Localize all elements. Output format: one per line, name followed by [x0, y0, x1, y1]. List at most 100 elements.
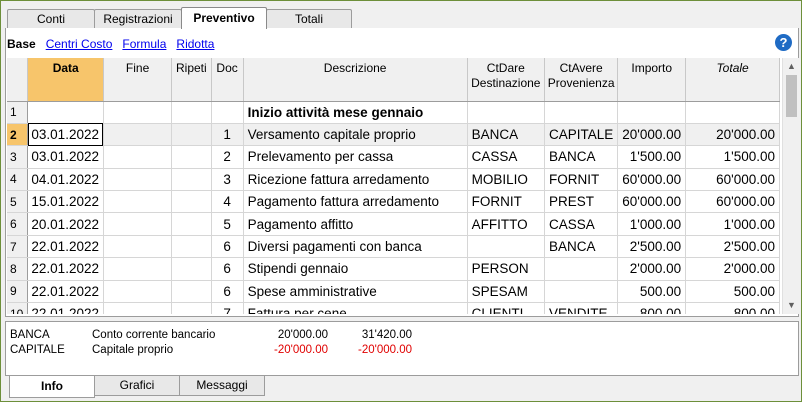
cell-ctdare[interactable]: FORNIT — [467, 190, 546, 214]
cell-ctdare[interactable]: AFFITTO — [467, 212, 546, 236]
cell-data[interactable]: 20.01.2022 — [27, 212, 104, 236]
header-importo[interactable]: Importo — [617, 58, 687, 102]
header-doc[interactable]: Doc — [211, 58, 244, 102]
cell-importo[interactable]: 2'000.00 — [617, 257, 687, 281]
cell-data[interactable]: 03.01.2022 — [27, 123, 104, 147]
cell-ctavere[interactable]: BANCA — [544, 235, 619, 259]
scroll-thumb[interactable] — [786, 75, 797, 117]
cell-ripeti[interactable] — [171, 190, 212, 214]
cell-descrizione[interactable]: Diversi pagamenti con banca — [243, 235, 468, 259]
cell-totale[interactable]: 1'500.00 — [685, 145, 780, 169]
cell-doc[interactable]: 3 — [211, 168, 244, 192]
scroll-down-icon[interactable]: ▼ — [783, 297, 800, 314]
cell-ripeti[interactable] — [171, 123, 212, 147]
cell-ctavere[interactable]: CASSA — [544, 212, 619, 236]
tab-conti[interactable]: Conti — [7, 9, 95, 29]
cell-totale[interactable]: 2'000.00 — [685, 257, 780, 281]
cell-descrizione[interactable]: Spese amministrative — [243, 280, 468, 304]
header-descrizione[interactable]: Descrizione — [243, 58, 468, 102]
table-row[interactable]: 8 22.01.2022 6 Stipendi gennaio PERSON 2'000.… — [7, 257, 780, 281]
cell-fine[interactable] — [103, 168, 173, 192]
cell-importo[interactable] — [617, 101, 687, 124]
cell-fine[interactable] — [103, 145, 173, 169]
cell-ripeti[interactable] — [171, 101, 212, 124]
table-row[interactable]: 7 22.01.2022 6 Diversi pagamenti con banca B… — [7, 235, 780, 259]
vertical-scrollbar[interactable]: ▲ ▼ — [782, 58, 799, 314]
cell-doc[interactable] — [211, 101, 244, 124]
cell-descrizione[interactable]: Pagamento fattura arredamento — [243, 190, 468, 214]
tab-grafici[interactable]: Grafici — [94, 376, 180, 396]
tab-messaggi[interactable]: Messaggi — [179, 376, 265, 396]
cell-importo[interactable]: 800.00 — [617, 302, 687, 314]
header-data[interactable]: Data — [27, 58, 104, 102]
cell-totale[interactable]: 500.00 — [685, 280, 780, 304]
cell-data[interactable]: 03.01.2022 — [27, 145, 104, 169]
cell-ctdare[interactable] — [467, 235, 546, 259]
cell-doc[interactable]: 1 — [211, 123, 244, 147]
cell-ctdare[interactable]: PERSON — [467, 257, 546, 281]
cell-descrizione[interactable]: Inizio attività mese gennaio — [243, 101, 468, 124]
cell-totale[interactable]: 60'000.00 — [685, 190, 780, 214]
cell-ripeti[interactable] — [171, 302, 212, 314]
cell-doc[interactable]: 7 — [211, 302, 244, 314]
cell-ctavere[interactable]: BANCA — [544, 145, 619, 169]
cell-importo[interactable]: 20'000.00 — [617, 123, 687, 147]
cell-data[interactable]: 04.01.2022 — [27, 168, 104, 192]
cell-fine[interactable] — [103, 101, 173, 124]
view-base[interactable]: Base — [7, 37, 36, 51]
cell-descrizione[interactable]: Ricezione fattura arredamento — [243, 168, 468, 192]
cell-data[interactable]: 22.01.2022 — [27, 302, 104, 314]
table-row[interactable]: 3 03.01.2022 2 Prelevamento per cassa CASSA B… — [7, 145, 780, 169]
cell-totale[interactable]: 60'000.00 — [685, 168, 780, 192]
view-formula[interactable]: Formula — [122, 37, 166, 51]
cell-fine[interactable] — [103, 212, 173, 236]
tab-preventivo[interactable]: Preventivo — [181, 7, 267, 29]
cell-ctdare[interactable]: SPESAM — [467, 280, 546, 304]
cell-doc[interactable]: 6 — [211, 257, 244, 281]
header-ctavere[interactable]: CtAvere Provenienza — [544, 58, 619, 102]
table-row[interactable]: 4 04.01.2022 3 Ricezione fattura arredament… — [7, 168, 780, 192]
cell-data[interactable]: 22.01.2022 — [27, 257, 104, 281]
cell-totale[interactable]: 20'000.00 — [685, 123, 780, 147]
cell-data[interactable]: 15.01.2022 — [27, 190, 104, 214]
cell-ctavere[interactable]: CAPITALE — [544, 123, 619, 147]
cell-ripeti[interactable] — [171, 235, 212, 259]
cell-importo[interactable]: 60'000.00 — [617, 168, 687, 192]
cell-doc[interactable]: 5 — [211, 212, 244, 236]
cell-importo[interactable]: 60'000.00 — [617, 190, 687, 214]
cell-ripeti[interactable] — [171, 145, 212, 169]
cell-ctdare[interactable]: CASSA — [467, 145, 546, 169]
cell-ripeti[interactable] — [171, 212, 212, 236]
cell-ctavere[interactable] — [544, 257, 619, 281]
cell-fine[interactable] — [103, 235, 173, 259]
table-row[interactable]: 2 03.01.2022 1 Versamento capitale proprio B… — [7, 123, 780, 147]
help-icon[interactable]: ? — [775, 34, 792, 51]
cell-ctdare[interactable] — [467, 101, 546, 124]
view-ridotta[interactable]: Ridotta — [176, 37, 214, 51]
cell-importo[interactable]: 500.00 — [617, 280, 687, 304]
cell-ctdare[interactable]: BANCA — [467, 123, 546, 147]
cell-fine[interactable] — [103, 123, 173, 147]
table-row[interactable]: 1 Inizio attività mese gennaio — [7, 101, 780, 124]
cell-ctavere[interactable] — [544, 101, 619, 124]
cell-importo[interactable]: 2'500.00 — [617, 235, 687, 259]
table-row[interactable]: 10 22.01.2022 7 Fattura per cene CLIENTI VEND… — [7, 302, 780, 314]
cell-descrizione[interactable]: Fattura per cene — [243, 302, 468, 314]
cell-totale[interactable]: 2'500.00 — [685, 235, 780, 259]
cell-ctdare[interactable]: MOBILIO — [467, 168, 546, 192]
cell-ripeti[interactable] — [171, 168, 212, 192]
cell-ctavere[interactable]: PREST — [544, 190, 619, 214]
cell-ctdare[interactable]: CLIENTI — [467, 302, 546, 314]
cell-doc[interactable]: 4 — [211, 190, 244, 214]
cell-descrizione[interactable]: Versamento capitale proprio — [243, 123, 468, 147]
cell-fine[interactable] — [103, 190, 173, 214]
cell-ctavere[interactable] — [544, 280, 619, 304]
cell-totale[interactable] — [685, 101, 780, 124]
cell-fine[interactable] — [103, 257, 173, 281]
table-row[interactable]: 5 15.01.2022 4 Pagamento fattura arredament… — [7, 190, 780, 214]
tab-info[interactable]: Info — [9, 376, 95, 398]
cell-descrizione[interactable]: Prelevamento per cassa — [243, 145, 468, 169]
cell-ripeti[interactable] — [171, 280, 212, 304]
cell-fine[interactable] — [103, 302, 173, 314]
header-ctdare[interactable]: CtDare Destinazione — [467, 58, 546, 102]
